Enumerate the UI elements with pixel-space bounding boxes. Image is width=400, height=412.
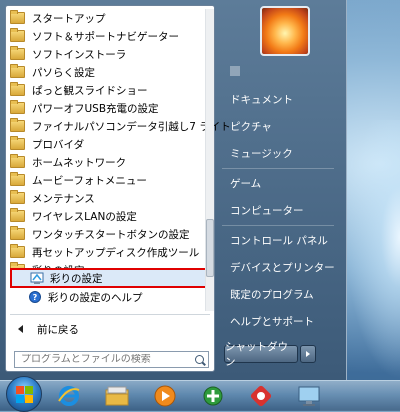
right-item-help-support[interactable]: ヘルプとサポート	[222, 309, 340, 333]
folder-icon	[10, 46, 25, 60]
red-app-icon[interactable]	[244, 384, 278, 408]
program-irodori-settings[interactable]: 彩りの設定	[10, 268, 210, 288]
folder-icon	[10, 226, 25, 240]
svg-text:?: ?	[33, 293, 38, 302]
folder-icon	[10, 64, 25, 78]
right-item-computer[interactable]: コンピューター	[222, 198, 340, 222]
internet-explorer-icon[interactable]	[52, 384, 86, 408]
folder-icon	[10, 190, 25, 204]
folder-soft-support-navigator[interactable]: ソフト＆サポートナビゲーター	[10, 27, 202, 45]
folder-one-touch-start[interactable]: ワンタッチスタートボタンの設定	[10, 225, 202, 243]
start-button[interactable]	[6, 376, 42, 412]
taskbar	[0, 376, 400, 412]
folder-maintenance[interactable]: メンテナンス	[10, 189, 202, 207]
desktop-glow	[346, 120, 400, 380]
folder-icon	[10, 10, 25, 24]
media-player-icon[interactable]	[148, 384, 182, 408]
folder-pasoraku-settings[interactable]: パソらく設定	[10, 63, 202, 81]
folder-poweroff-usb[interactable]: パワーオフUSB充電の設定	[10, 99, 202, 117]
shutdown-button[interactable]: シャットダウン	[224, 341, 298, 368]
folder-wireless-lan[interactable]: ワイヤレスLANの設定	[10, 207, 202, 225]
right-item-devices-printers[interactable]: デバイスとプリンター	[222, 255, 340, 279]
folder-soft-installer[interactable]: ソフトインストーラ	[10, 45, 202, 63]
folder-provider[interactable]: プロバイダ	[10, 135, 202, 153]
search-input[interactable]	[21, 354, 181, 365]
search-icon	[195, 355, 204, 364]
folder-startup[interactable]: スタートアップ	[10, 9, 202, 27]
folder-icon	[10, 100, 25, 114]
right-item-documents[interactable]: ドキュメント	[222, 87, 340, 111]
folder-icon	[10, 28, 25, 42]
user-name[interactable]	[230, 66, 240, 76]
right-item-games[interactable]: ゲーム	[222, 171, 340, 195]
folder-icon	[10, 154, 25, 168]
folder-recovery-disc[interactable]: 再セットアップディスク作成ツール	[10, 243, 202, 261]
help-icon: ?	[28, 291, 42, 304]
back-arrow-icon	[18, 325, 23, 333]
search-field[interactable]	[14, 351, 209, 368]
folder-icon	[10, 118, 25, 132]
programs-pane: スタートアップ ソフト＆サポートナビゲーター ソフトインストーラ パソらく設定 …	[5, 5, 231, 372]
folder-icon	[10, 172, 25, 186]
folder-home-network[interactable]: ホームネットワーク	[10, 153, 202, 171]
right-item-default-programs[interactable]: 既定のプログラム	[222, 282, 340, 306]
divider	[10, 314, 210, 315]
back-button[interactable]: 前に戻る	[18, 320, 79, 338]
chevron-right-icon	[306, 351, 310, 357]
program-irodori-help[interactable]: ? 彩りの設定のヘルプ	[28, 288, 220, 306]
shutdown-options-button[interactable]	[300, 345, 316, 363]
file-explorer-icon[interactable]	[100, 384, 134, 408]
color-settings-icon	[30, 272, 44, 285]
right-item-pictures[interactable]: ピクチャ	[222, 114, 340, 138]
scrollbar-thumb[interactable]	[206, 219, 214, 277]
right-item-control-panel[interactable]: コントロール パネル	[222, 228, 340, 252]
folder-slideshow[interactable]: ぱっと観スライドショー	[10, 81, 202, 99]
right-item-music[interactable]: ミュージック	[222, 141, 340, 165]
divider	[222, 168, 334, 169]
divider	[222, 225, 334, 226]
folder-icon	[10, 136, 25, 150]
folder-icon	[10, 208, 25, 222]
folder-final-pc-data[interactable]: ファイナルパソコンデータ引越し7 ライト	[10, 117, 231, 135]
green-app-icon[interactable]	[196, 384, 230, 408]
folder-movie-photo-menu[interactable]: ムービーフォトメニュー	[10, 171, 202, 189]
folder-icon	[10, 82, 25, 96]
start-menu: スタートアップ ソフト＆サポートナビゲーター ソフトインストーラ パソらく設定 …	[0, 0, 347, 380]
programs-scrollbar[interactable]	[205, 9, 214, 311]
folder-icon	[10, 244, 25, 258]
notification-area	[320, 381, 400, 411]
user-picture[interactable]	[260, 6, 310, 56]
